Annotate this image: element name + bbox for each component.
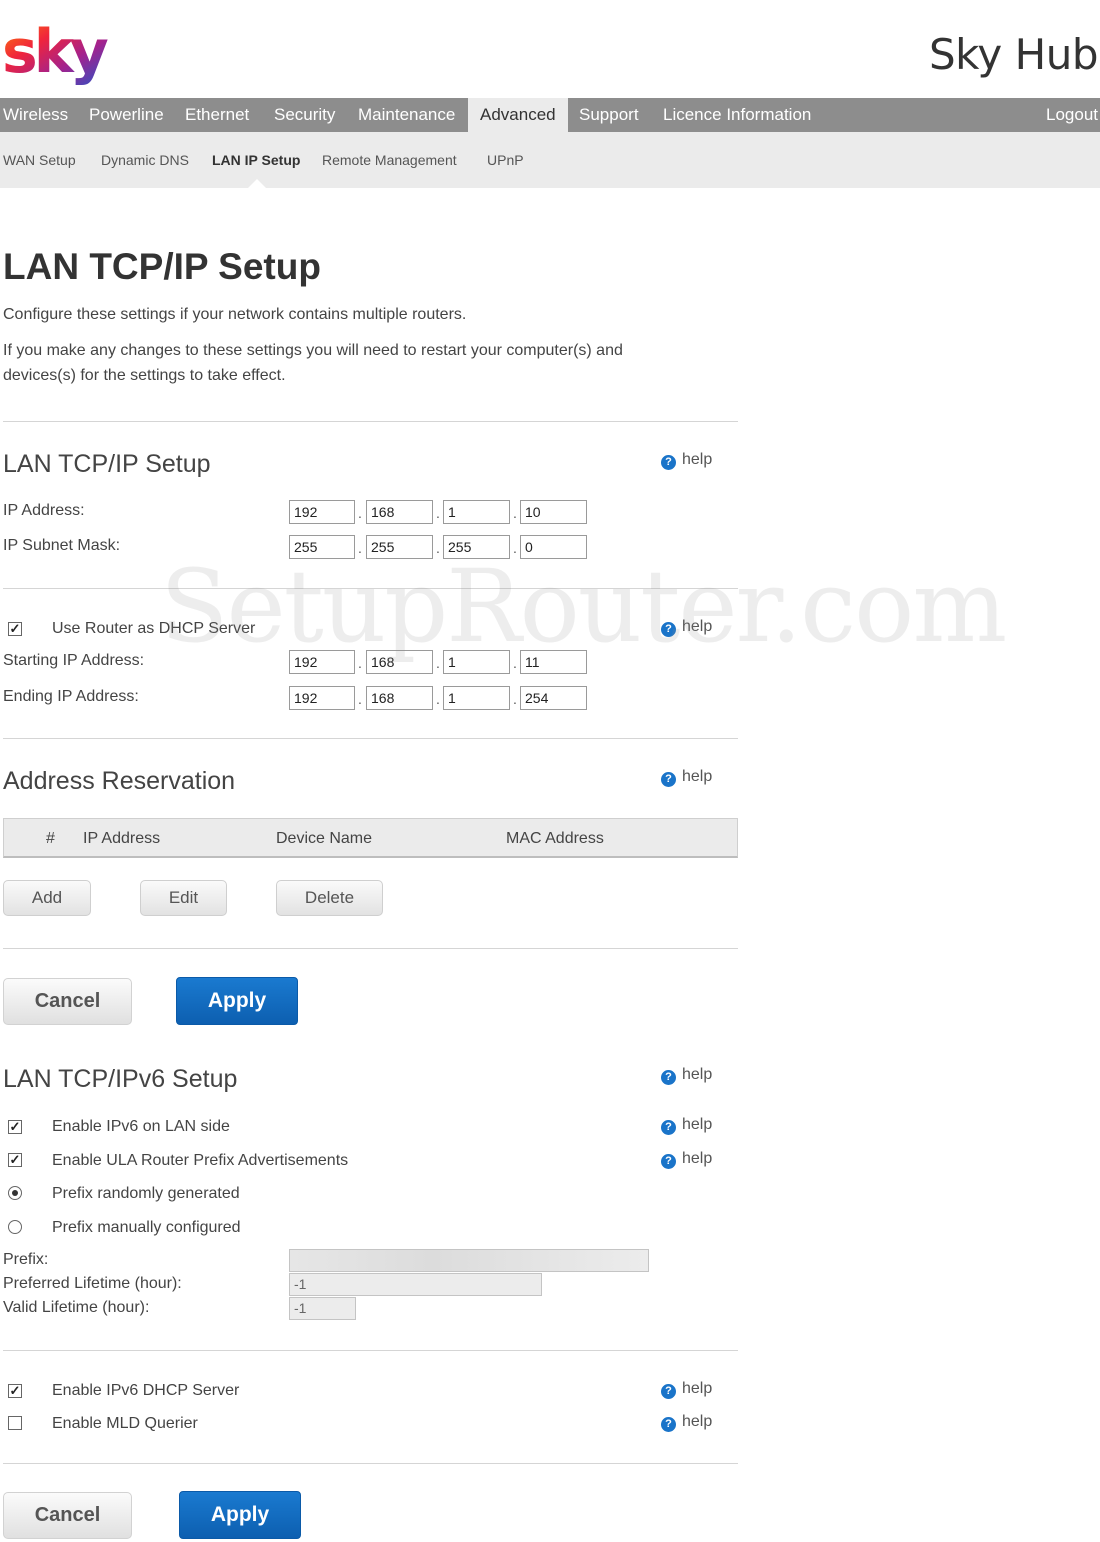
help-icon: ? xyxy=(661,1384,676,1399)
active-tab-caret xyxy=(248,179,266,188)
end-octet-2[interactable]: 168 xyxy=(366,686,433,710)
mld-help[interactable]: ? help xyxy=(661,1413,712,1432)
col-number: # xyxy=(46,830,55,847)
apply-button[interactable]: Apply xyxy=(176,977,298,1025)
enable-mld-label: Enable MLD Querier xyxy=(52,1415,198,1432)
reservation-help[interactable]: ? help xyxy=(661,768,712,787)
intro-text: Configure these settings if your network… xyxy=(3,306,467,323)
enable-ipv6-label: Enable IPv6 on LAN side xyxy=(52,1118,230,1135)
help-icon: ? xyxy=(661,1120,676,1135)
preferred-lifetime-field[interactable]: -1 xyxy=(289,1273,542,1296)
enable-ula-help[interactable]: ? help xyxy=(661,1150,712,1169)
logout-link[interactable]: Logout xyxy=(1046,98,1098,132)
prefix-manual-radio[interactable] xyxy=(8,1220,22,1234)
nav-licence-information[interactable]: Licence Information xyxy=(663,98,811,132)
col-mac-address: MAC Address xyxy=(506,830,604,847)
ipv6-setup-help[interactable]: ? help xyxy=(661,1066,712,1085)
enable-ula-checkbox[interactable]: ✓ xyxy=(8,1153,22,1167)
address-reservation-title: Address Reservation xyxy=(3,767,236,795)
subnav-upnp[interactable]: UPnP xyxy=(487,152,524,168)
prefix-label: Prefix: xyxy=(3,1251,49,1268)
header: sky Sky Hub xyxy=(0,0,1100,98)
octet-separator: . xyxy=(513,505,517,521)
enable-ipv6-checkbox[interactable]: ✓ xyxy=(8,1120,22,1134)
ip-octet-2[interactable]: 168 xyxy=(366,500,433,524)
nav-security[interactable]: Security xyxy=(274,98,335,132)
ip-octet-3[interactable]: 1 xyxy=(443,500,510,524)
valid-lifetime-label: Valid Lifetime (hour): xyxy=(3,1299,150,1316)
col-ip-address: IP Address xyxy=(83,830,161,847)
use-dhcp-checkbox[interactable]: ✓ xyxy=(8,622,22,636)
divider xyxy=(3,1350,738,1351)
prefix-manual-label: Prefix manually configured xyxy=(52,1219,241,1236)
nav-maintenance[interactable]: Maintenance xyxy=(358,98,455,132)
product-title: Sky Hub xyxy=(928,30,1099,79)
cancel-button[interactable]: Cancel xyxy=(3,978,132,1025)
prefix-random-label: Prefix randomly generated xyxy=(52,1185,240,1202)
svg-text:sky: sky xyxy=(2,18,109,87)
restart-notice-line2: devices(s) for the settings to take effe… xyxy=(3,367,286,384)
restart-notice-line1: If you make any changes to these setting… xyxy=(3,342,623,359)
end-octet-1[interactable]: 192 xyxy=(289,686,355,710)
radio-selected-dot xyxy=(12,1190,18,1196)
preferred-lifetime-label: Preferred Lifetime (hour): xyxy=(3,1275,182,1292)
nav-support[interactable]: Support xyxy=(579,98,639,132)
edit-button[interactable]: Edit xyxy=(140,880,227,916)
subnav-remote-management[interactable]: Remote Management xyxy=(322,152,457,168)
help-icon: ? xyxy=(661,455,676,470)
divider xyxy=(3,948,738,949)
watermark: SetupRouter.com xyxy=(160,548,1007,665)
lan-setup-title: LAN TCP/IP Setup xyxy=(3,450,211,478)
octet-separator: . xyxy=(513,691,517,707)
sub-nav: WAN Setup Dynamic DNS LAN IP Setup Remot… xyxy=(0,132,1100,188)
prefix-field[interactable] xyxy=(289,1249,649,1272)
nav-ethernet[interactable]: Ethernet xyxy=(185,98,249,132)
help-icon: ? xyxy=(661,1070,676,1085)
help-icon: ? xyxy=(661,772,676,787)
apply-button-bottom[interactable]: Apply xyxy=(179,1491,301,1539)
ip-octet-4[interactable]: 10 xyxy=(520,500,587,524)
help-icon: ? xyxy=(661,1154,676,1169)
valid-lifetime-field[interactable]: -1 xyxy=(289,1297,356,1320)
prefix-random-radio[interactable] xyxy=(8,1186,22,1200)
nav-powerline[interactable]: Powerline xyxy=(89,98,164,132)
ipv6-setup-title: LAN TCP/IPv6 Setup xyxy=(3,1065,238,1093)
nav-wireless[interactable]: Wireless xyxy=(3,98,68,132)
divider xyxy=(3,421,738,422)
end-octet-4[interactable]: 254 xyxy=(520,686,587,710)
subnet-mask-label: IP Subnet Mask: xyxy=(3,537,121,554)
enable-mld-checkbox[interactable] xyxy=(8,1416,22,1430)
divider xyxy=(3,1463,738,1464)
dhcp6-help[interactable]: ? help xyxy=(661,1380,712,1399)
divider xyxy=(3,738,738,739)
subnav-wan-setup[interactable]: WAN Setup xyxy=(3,152,76,168)
col-device-name: Device Name xyxy=(276,830,373,847)
starting-ip-label: Starting IP Address: xyxy=(3,652,145,669)
octet-separator: . xyxy=(436,505,440,521)
ip-octet-1[interactable]: 192 xyxy=(289,500,355,524)
help-icon: ? xyxy=(661,1417,676,1432)
add-button[interactable]: Add xyxy=(3,880,91,916)
lan-setup-help[interactable]: ? help xyxy=(661,451,712,470)
subnav-lan-ip-setup[interactable]: LAN IP Setup xyxy=(212,152,300,168)
enable-ula-label: Enable ULA Router Prefix Advertisements xyxy=(52,1152,349,1169)
ip-address-label: IP Address: xyxy=(3,502,85,519)
subnav-dynamic-dns[interactable]: Dynamic DNS xyxy=(101,152,189,168)
cancel-button-bottom[interactable]: Cancel xyxy=(3,1492,132,1539)
main-nav: Wireless Powerline Ethernet Security Mai… xyxy=(0,98,1100,132)
enable-dhcp6-label: Enable IPv6 DHCP Server xyxy=(52,1382,240,1399)
octet-separator: . xyxy=(358,691,362,707)
ending-ip-label: Ending IP Address: xyxy=(3,688,139,705)
enable-ipv6-help[interactable]: ? help xyxy=(661,1116,712,1135)
octet-separator: . xyxy=(358,505,362,521)
enable-dhcp6-checkbox[interactable]: ✓ xyxy=(8,1384,22,1398)
end-octet-3[interactable]: 1 xyxy=(443,686,510,710)
delete-button[interactable]: Delete xyxy=(276,880,383,916)
page-title: LAN TCP/IP Setup xyxy=(3,246,321,287)
nav-advanced[interactable]: Advanced xyxy=(468,98,568,132)
reservation-table-header: # IP Address Device Name MAC Address xyxy=(3,818,738,858)
sky-logo: sky xyxy=(2,18,112,87)
octet-separator: . xyxy=(436,691,440,707)
